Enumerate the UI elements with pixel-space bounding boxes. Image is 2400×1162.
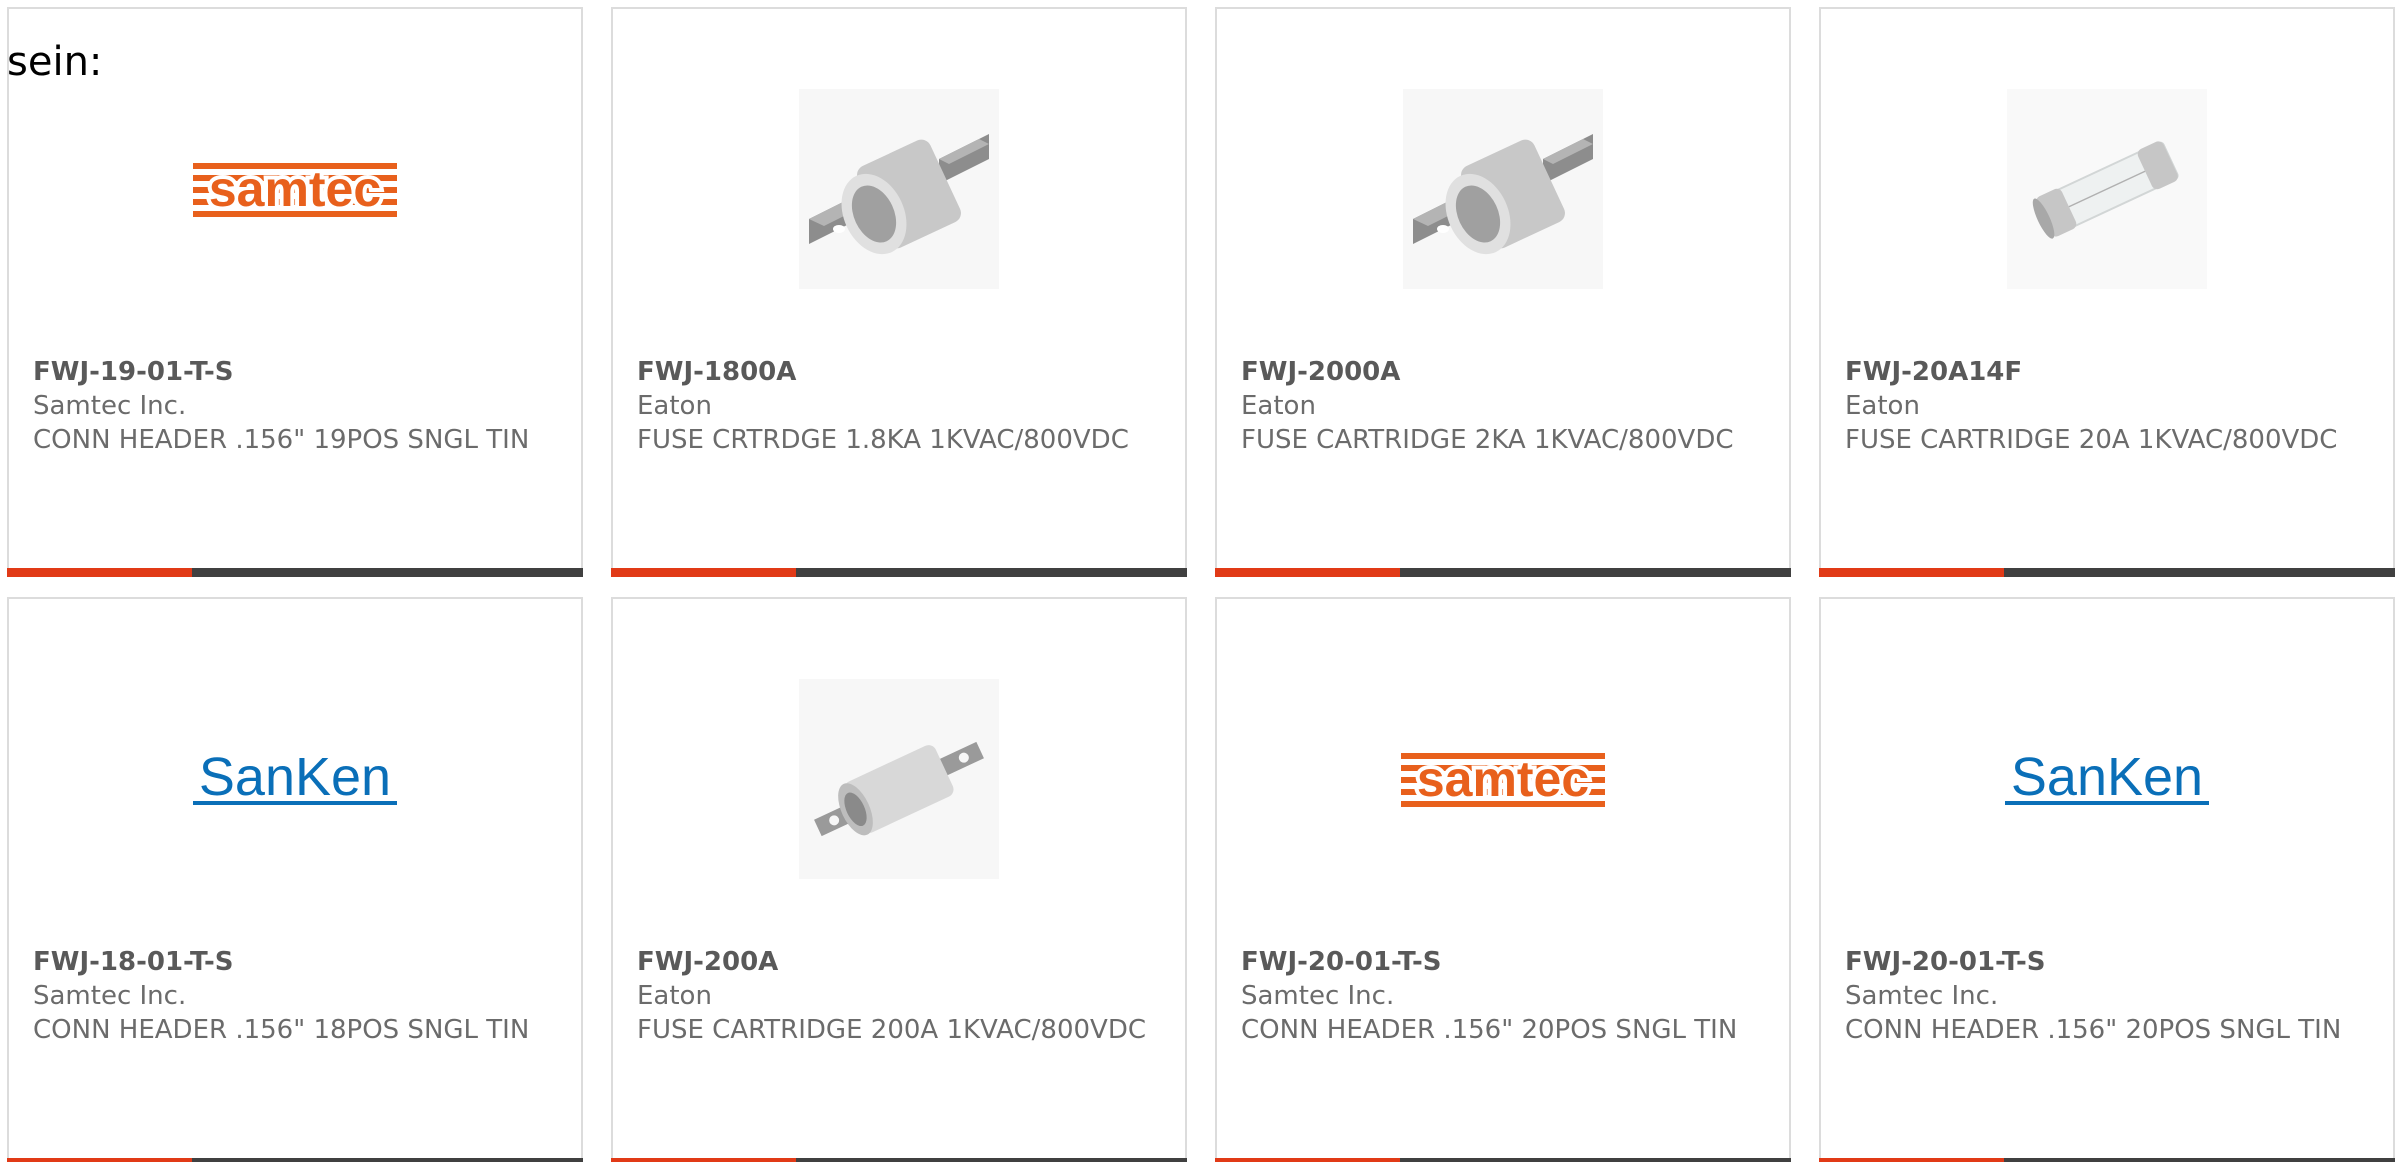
product-image[interactable]: [1217, 79, 1789, 299]
card-footer-bar: [1819, 568, 2395, 577]
card-footer-bar: [1819, 1158, 2395, 1162]
sanken-logo: SanKen: [2005, 749, 2209, 807]
product-image[interactable]: [613, 669, 1185, 889]
samtec-logo: samtec samtec: [193, 159, 397, 219]
description: CONN HEADER .156" 20POS SNGL TIN: [1241, 1015, 1738, 1045]
product-image[interactable]: SanKen: [9, 669, 581, 889]
manufacturer: Eaton: [637, 391, 712, 421]
product-info: FWJ-2000A Eaton FUSE CARTRIDGE 2KA 1KVAC…: [1241, 355, 1773, 457]
manufacturer: Samtec Inc.: [1241, 981, 1395, 1011]
product-info: FWJ-18-01-T-S Samtec Inc. CONN HEADER .1…: [33, 945, 565, 1047]
product-grid-page: sein: samtec samtec FWJ-19-01-T-S Samtec…: [0, 0, 2400, 1162]
part-number[interactable]: FWJ-20-01-T-S: [1845, 945, 2377, 979]
card-footer-accent: [7, 568, 192, 577]
description: CONN HEADER .156" 20POS SNGL TIN: [1845, 1015, 2342, 1045]
product-info: FWJ-19-01-T-S Samtec Inc. CONN HEADER .1…: [33, 355, 565, 457]
card-footer-accent: [611, 1158, 796, 1162]
part-number[interactable]: FWJ-20-01-T-S: [1241, 945, 1773, 979]
manufacturer: Eaton: [637, 981, 712, 1011]
product-card[interactable]: FWJ-1800A Eaton FUSE CRTRDGE 1.8KA 1KVAC…: [611, 7, 1187, 577]
part-number[interactable]: FWJ-2000A: [1241, 355, 1773, 389]
card-footer-bar: [1215, 1158, 1791, 1162]
product-card[interactable]: SanKen FWJ-18-01-T-S Samtec Inc. CONN HE…: [7, 597, 583, 1162]
card-footer-bar: [7, 568, 583, 577]
product-card[interactable]: FWJ-2000A Eaton FUSE CARTRIDGE 2KA 1KVAC…: [1215, 7, 1791, 577]
card-footer-accent: [1819, 568, 2004, 577]
svg-text:samtec: samtec: [1417, 751, 1589, 807]
manufacturer: Samtec Inc.: [33, 391, 187, 421]
description: FUSE CRTRDGE 1.8KA 1KVAC/800VDC: [637, 425, 1129, 455]
product-image[interactable]: SanKen: [1821, 669, 2393, 889]
product-card[interactable]: samtec samtec FWJ-20-01-T-S Samtec Inc. …: [1215, 597, 1791, 1162]
card-footer-accent: [1215, 568, 1400, 577]
card-footer-bar: [7, 1158, 583, 1162]
svg-text:SanKen: SanKen: [199, 749, 391, 807]
prefix-text: sein:: [7, 39, 103, 85]
svg-text:SanKen: SanKen: [2011, 749, 2203, 807]
product-info: FWJ-20-01-T-S Samtec Inc. CONN HEADER .1…: [1845, 945, 2377, 1047]
manufacturer: Eaton: [1241, 391, 1316, 421]
description: FUSE CARTRIDGE 200A 1KVAC/800VDC: [637, 1015, 1146, 1045]
fuse-bolt-small-icon: [799, 679, 999, 879]
manufacturer: Samtec Inc.: [33, 981, 187, 1011]
fuse-glass-cartridge-icon: [2007, 89, 2207, 289]
part-number[interactable]: FWJ-19-01-T-S: [33, 355, 565, 389]
sanken-logo: SanKen: [193, 749, 397, 807]
card-footer-bar: [611, 568, 1187, 577]
product-info: FWJ-200A Eaton FUSE CARTRIDGE 200A 1KVAC…: [637, 945, 1169, 1047]
product-card[interactable]: SanKen FWJ-20-01-T-S Samtec Inc. CONN HE…: [1819, 597, 2395, 1162]
manufacturer: Samtec Inc.: [1845, 981, 1999, 1011]
product-card[interactable]: FWJ-20A14F Eaton FUSE CARTRIDGE 20A 1KVA…: [1819, 7, 2395, 577]
product-image[interactable]: samtec samtec: [9, 79, 581, 299]
product-card[interactable]: samtec samtec FWJ-19-01-T-S Samtec Inc. …: [7, 7, 583, 577]
card-footer-accent: [1819, 1158, 2004, 1162]
card-footer-accent: [611, 568, 796, 577]
manufacturer: Eaton: [1845, 391, 1920, 421]
samtec-logo: samtec samtec: [1401, 749, 1605, 809]
fuse-bolt-large-icon: [1403, 89, 1603, 289]
part-number[interactable]: FWJ-1800A: [637, 355, 1169, 389]
card-footer-accent: [7, 1158, 192, 1162]
part-number[interactable]: FWJ-200A: [637, 945, 1169, 979]
svg-text:samtec: samtec: [209, 161, 381, 217]
part-number[interactable]: FWJ-18-01-T-S: [33, 945, 565, 979]
product-image[interactable]: samtec samtec: [1217, 669, 1789, 889]
part-number[interactable]: FWJ-20A14F: [1845, 355, 2377, 389]
description: CONN HEADER .156" 19POS SNGL TIN: [33, 425, 530, 455]
product-card[interactable]: FWJ-200A Eaton FUSE CARTRIDGE 200A 1KVAC…: [611, 597, 1187, 1162]
product-info: FWJ-20-01-T-S Samtec Inc. CONN HEADER .1…: [1241, 945, 1773, 1047]
card-footer-bar: [611, 1158, 1187, 1162]
product-info: FWJ-1800A Eaton FUSE CRTRDGE 1.8KA 1KVAC…: [637, 355, 1169, 457]
description: FUSE CARTRIDGE 2KA 1KVAC/800VDC: [1241, 425, 1734, 455]
description: CONN HEADER .156" 18POS SNGL TIN: [33, 1015, 530, 1045]
card-footer-accent: [1215, 1158, 1400, 1162]
product-info: FWJ-20A14F Eaton FUSE CARTRIDGE 20A 1KVA…: [1845, 355, 2377, 457]
product-image[interactable]: [613, 79, 1185, 299]
fuse-bolt-large-icon: [799, 89, 999, 289]
product-image[interactable]: [1821, 79, 2393, 299]
card-footer-bar: [1215, 568, 1791, 577]
description: FUSE CARTRIDGE 20A 1KVAC/800VDC: [1845, 425, 2338, 455]
